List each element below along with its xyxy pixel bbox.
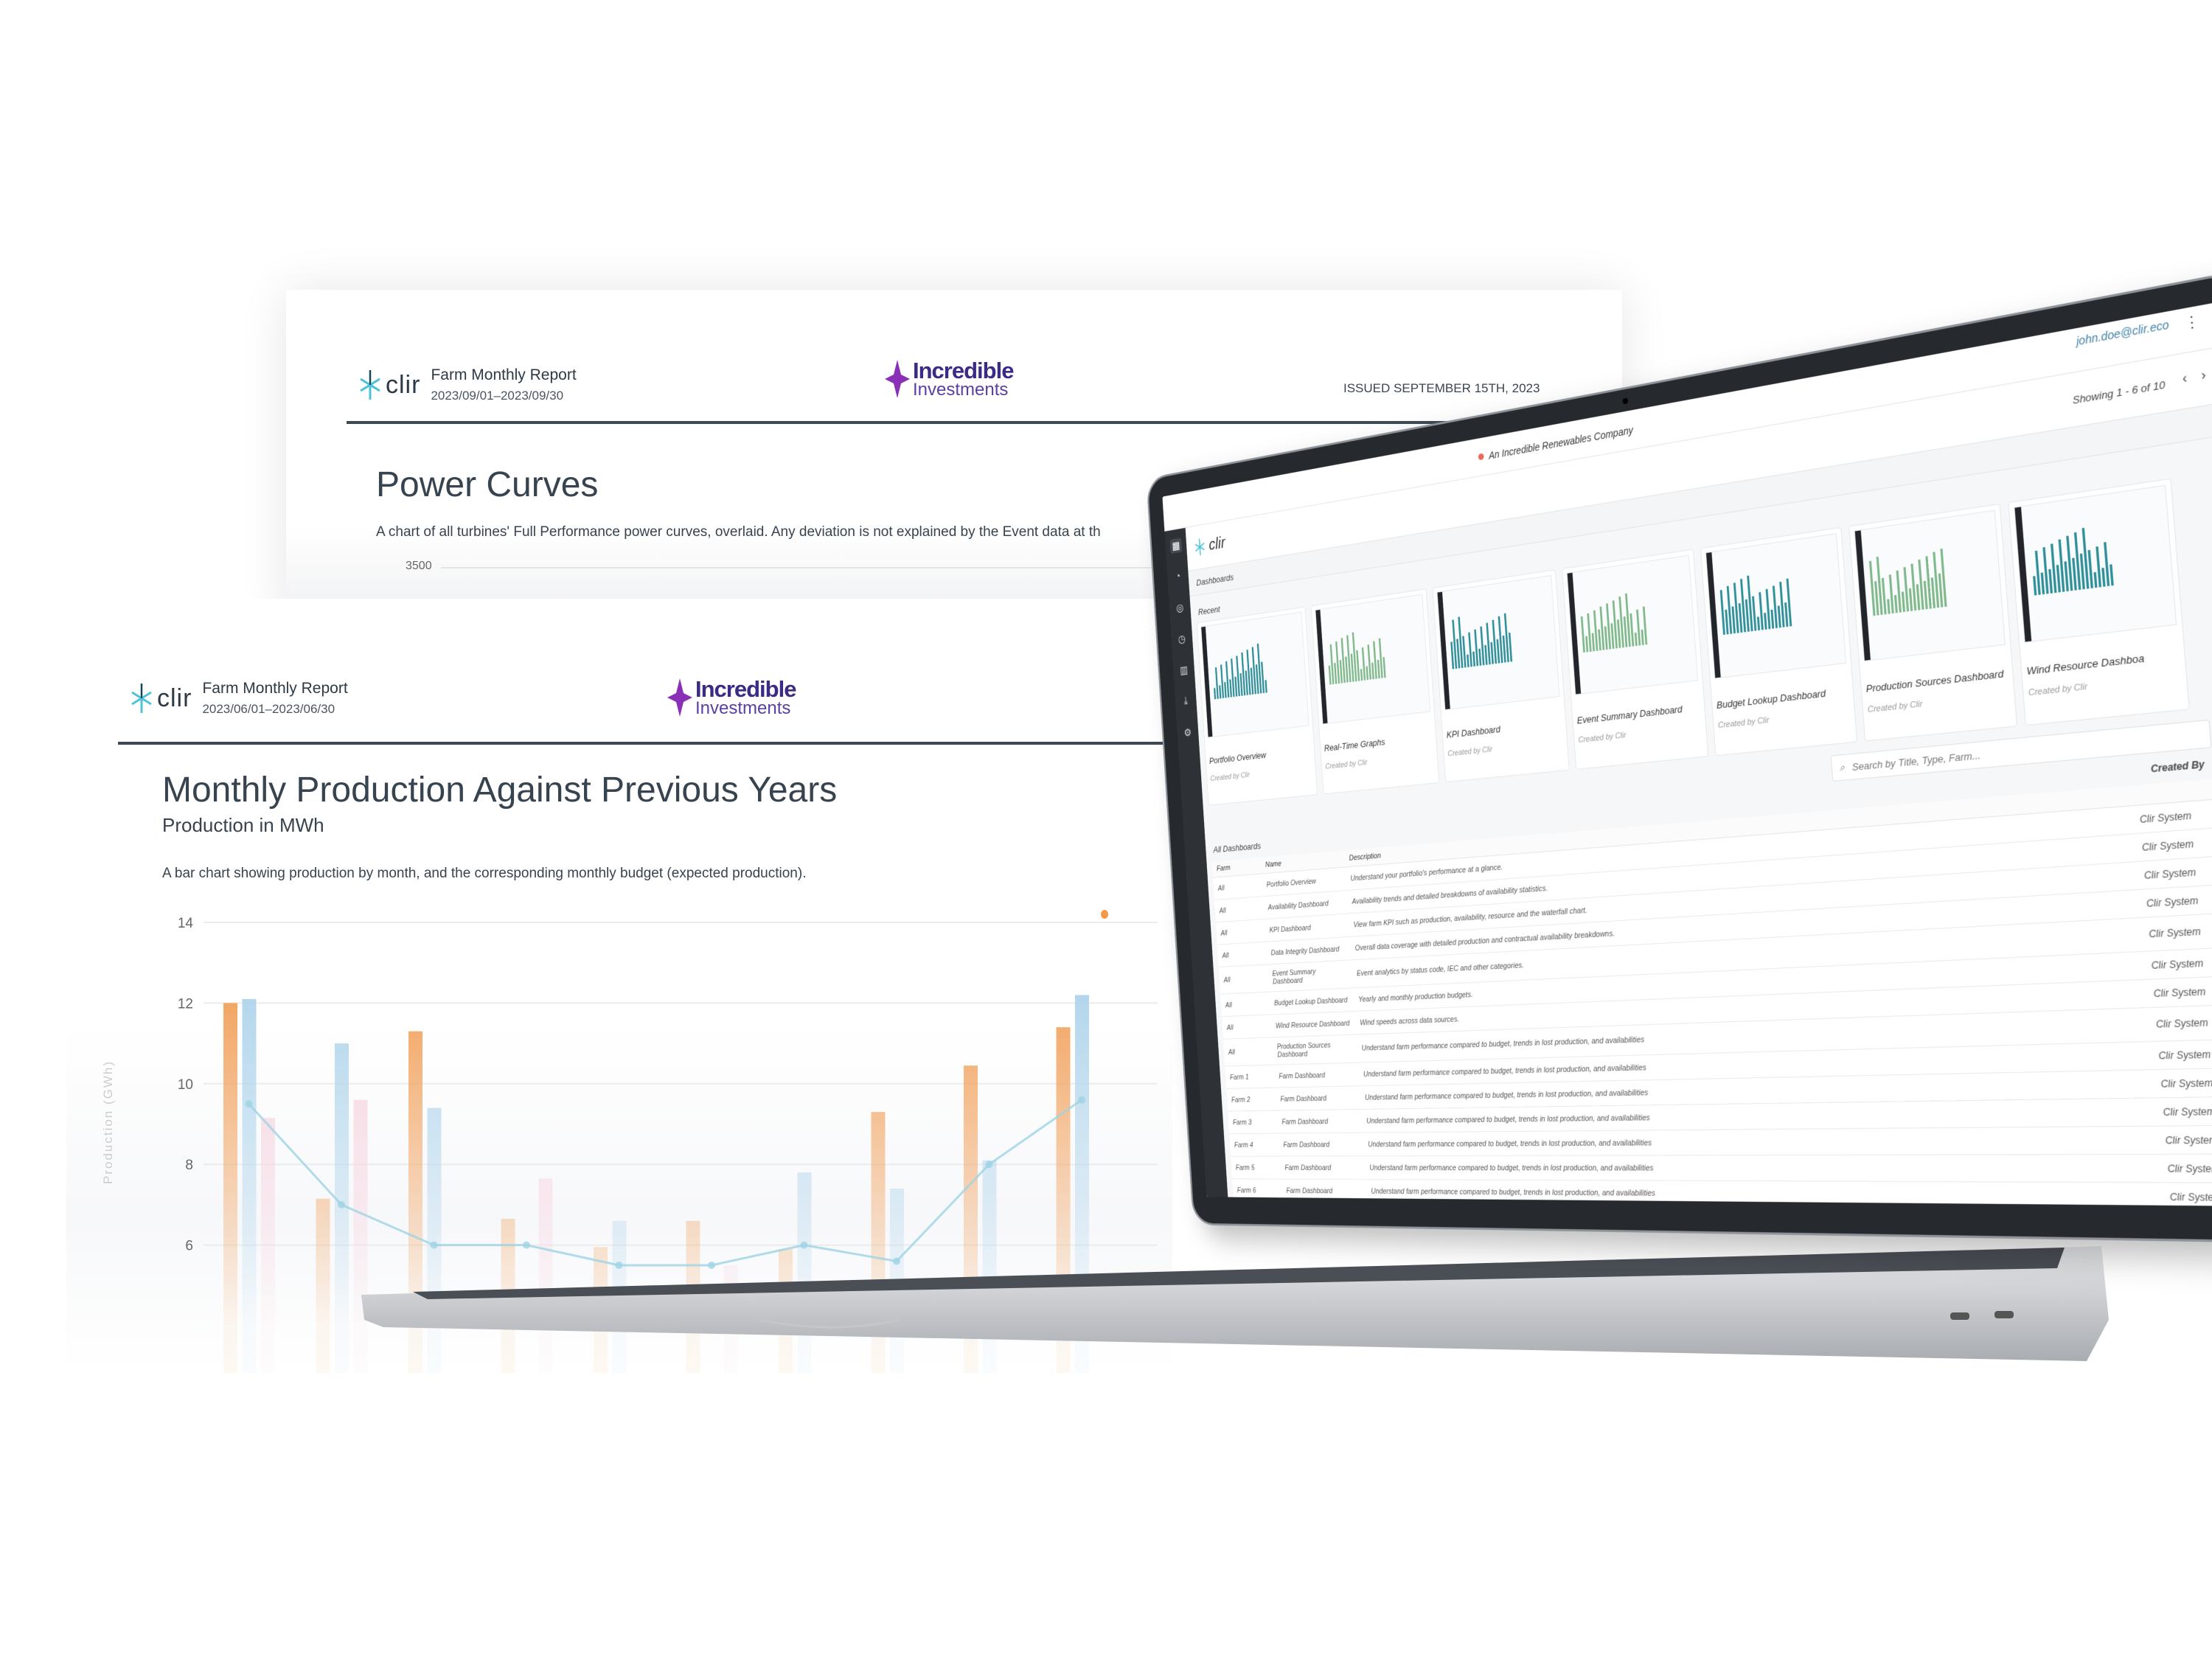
card-creator: Created by Clir	[2028, 682, 2088, 698]
cell-created-by: Clir System	[2144, 1182, 2212, 1207]
dashboard-thumbnail	[1315, 594, 1431, 725]
dashboard-thumbnail	[1436, 574, 1560, 711]
cell-created-by: Clir System	[2128, 975, 2212, 1009]
chevron-right-icon[interactable]: ›	[2201, 368, 2207, 383]
dashboard-card[interactable]: KPI Dashboard Created by Clir	[1432, 569, 1570, 783]
usb-port	[1950, 1312, 1969, 1320]
card-creator: Created by Clir	[1717, 715, 1770, 731]
download-icon[interactable]: ⤓	[1180, 694, 1192, 709]
cell-name: Production Sources Dashboard	[1272, 1034, 1358, 1065]
cell-farm: Farm 6	[1232, 1178, 1283, 1203]
card-creator: Created by Clir	[1325, 758, 1368, 771]
card-creator: Created by Clir	[1578, 731, 1627, 745]
settings-icon[interactable]: ⚙	[1182, 725, 1194, 740]
chevron-left-icon[interactable]: ‹	[2182, 372, 2188, 387]
cell-name: Farm Dashboard	[1276, 1109, 1363, 1134]
cell-farm: Farm 3	[1228, 1110, 1279, 1134]
dashboard-card[interactable]: Wind Resource Dashboa Created by Clir	[2008, 478, 2190, 726]
card-creator: Created by Clir	[1210, 771, 1251, 783]
dashboard-card[interactable]: Real-Time Graphs Created by Clir	[1310, 588, 1440, 795]
cell-farm: Farm 1	[1225, 1065, 1276, 1089]
card-title: Production Sources Dashboard	[1865, 667, 2004, 695]
usb-port	[1994, 1311, 2014, 1318]
cell-name: Wind Resource Dashboard	[1270, 1011, 1357, 1037]
dashboard-card[interactable]: Production Sources Dashboard Created by …	[1848, 503, 2018, 742]
cell-created-by: Clir System	[2130, 1004, 2212, 1043]
card-title: Budget Lookup Dashboard	[1716, 687, 1826, 712]
pie-chart-icon[interactable]: ◔	[1172, 569, 1184, 585]
cell-farm: All	[1217, 942, 1267, 967]
cell-farm: All	[1220, 992, 1271, 1017]
clir-star-icon	[1194, 537, 1206, 557]
cell-created-by: Clir System	[2126, 946, 2212, 981]
more-menu-icon[interactable]: ⋮	[2183, 313, 2200, 333]
cell-farm: All	[1222, 1015, 1273, 1040]
cell-farm: All	[1222, 1037, 1274, 1066]
card-creator: Created by Clir	[1447, 745, 1493, 759]
pagination-status: Showing 1 - 6 of 10	[2072, 378, 2166, 407]
dashboard-thumbnail	[2014, 484, 2177, 643]
dashboard-grid-icon[interactable]: ▦	[1169, 538, 1183, 554]
cell-farm: Farm 4	[1229, 1133, 1280, 1157]
user-email[interactable]: john.doe@clir.eco	[2076, 318, 2169, 347]
dashboard-card[interactable]: Event Summary Dashboard Created by Clir	[1562, 549, 1709, 770]
table-row[interactable]: Farm 5 Farm Dashboard Understand farm pe…	[1231, 1154, 2212, 1183]
card-title: Event Summary Dashboard	[1576, 703, 1683, 726]
cell-name: Event Summary Dashboard	[1267, 959, 1354, 992]
table-row[interactable]: Farm 6 Farm Dashboard Understand farm pe…	[1232, 1178, 2212, 1207]
card-title: Wind Resource Dashboa	[2025, 652, 2145, 678]
dashboard-thumbnail	[1566, 554, 1699, 695]
camera	[1622, 397, 1629, 405]
cell-created-by: Clir System	[2142, 1154, 2212, 1183]
clir-wordmark: clir	[1208, 533, 1226, 554]
cell-farm: All	[1215, 919, 1266, 945]
cell-farm: All	[1214, 896, 1265, 922]
cell-name: Farm Dashboard	[1273, 1062, 1360, 1088]
dashboard-card[interactable]: Portfolio Overview Created by Clir	[1197, 606, 1318, 806]
cell-name: Farm Dashboard	[1275, 1085, 1361, 1111]
cell-created-by: Clir System	[2138, 1096, 2212, 1127]
card-title: Real-Time Graphs	[1324, 736, 1385, 754]
cell-farm: All	[1218, 964, 1270, 995]
target-icon[interactable]: ◎	[1174, 600, 1186, 616]
search-icon: ⌕	[1839, 761, 1846, 773]
cell-description: Understand farm performance compared to …	[1364, 1154, 2145, 1183]
cell-name: Farm Dashboard	[1279, 1155, 1366, 1180]
dashboard-thumbnail	[1200, 611, 1310, 738]
dashboard-thumbnail	[1854, 509, 2006, 661]
cell-created-by: Clir System	[2133, 1038, 2212, 1071]
card-title: Portfolio Overview	[1208, 749, 1267, 766]
cell-name: Farm Dashboard	[1281, 1179, 1368, 1203]
cell-farm: Farm 5	[1231, 1156, 1281, 1180]
report-icon[interactable]: ▥	[1178, 662, 1190, 678]
card-creator: Created by Clir	[1867, 699, 1923, 715]
status-dot	[1478, 453, 1484, 461]
cell-farm: All	[1213, 873, 1263, 900]
cell-farm: Farm 2	[1226, 1088, 1277, 1112]
cell-name: Farm Dashboard	[1278, 1133, 1365, 1157]
cell-created-by: Clir System	[2140, 1124, 2212, 1155]
cell-created-by: Clir System	[2124, 911, 2212, 953]
dashboard-card[interactable]: Budget Lookup Dashboard Created by Clir	[1700, 526, 1858, 757]
card-title: KPI Dashboard	[1446, 723, 1501, 740]
stopwatch-icon[interactable]: ◷	[1176, 631, 1189, 647]
cell-name: Budget Lookup Dashboard	[1269, 987, 1355, 1015]
cell-description: Understand farm performance compared to …	[1366, 1179, 2147, 1207]
dashboard-thumbnail	[1705, 533, 1847, 679]
cell-created-by: Clir System	[2135, 1067, 2212, 1099]
